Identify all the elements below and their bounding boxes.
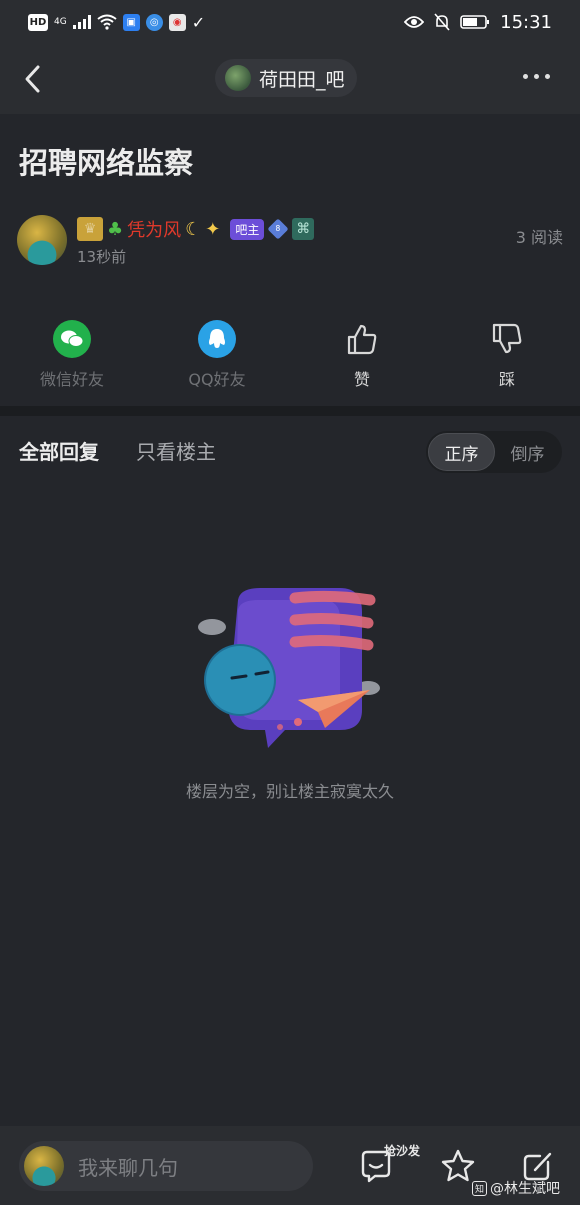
forum-avatar: [225, 65, 251, 91]
watermark: 知 @林生斌吧: [472, 1178, 560, 1198]
wechat-label: 微信好友: [39, 370, 104, 389]
read-count: 3 阅读: [515, 228, 563, 247]
dislike-label: 踩: [498, 370, 515, 389]
member-badge-icon: ⌘: [292, 218, 315, 240]
author-line: ♛ ♣ 凭为风 ☾ ✦ 吧主 8 ⌘: [77, 216, 315, 242]
tab-all-replies[interactable]: 全部回复: [19, 436, 99, 465]
qq-icon: [198, 320, 236, 358]
empty-state-illustration: [198, 588, 380, 748]
reply-input[interactable]: 我来聊几句: [19, 1141, 313, 1191]
post-time: 13秒前: [77, 248, 127, 266]
network-indicator: 4G: [54, 17, 67, 27]
reply-input-placeholder: 我来聊几句: [78, 1155, 178, 1180]
alipay-notification-icon: ✓: [191, 12, 206, 32]
forum-chip[interactable]: 荷田田_吧: [215, 59, 357, 97]
thumbs-up-icon: [343, 320, 381, 358]
share-wechat-button[interactable]: 微信好友: [12, 320, 132, 390]
author-avatar[interactable]: [17, 215, 67, 265]
tab-op-only[interactable]: 只看楼主: [136, 436, 216, 465]
like-label: 赞: [353, 370, 370, 389]
empty-state-message: 楼层为空，别让楼主寂寞太久: [185, 782, 394, 801]
signal-icon: [72, 15, 91, 29]
clock: 15:31: [500, 11, 552, 33]
sparkles-icon: ✦: [205, 218, 221, 240]
sort-ascending-button[interactable]: 正序: [428, 433, 495, 471]
battery-icon: [460, 15, 490, 29]
sort-order-toggle: 正序 倒序: [426, 431, 562, 473]
role-badge: 吧主: [230, 218, 265, 240]
dislike-button[interactable]: 踩: [447, 320, 567, 390]
share-qq-button[interactable]: QQ好友: [157, 320, 277, 390]
qq-label: QQ好友: [188, 370, 246, 389]
like-button[interactable]: 赞: [302, 320, 422, 390]
top-nav-bar: 荷田田_吧: [0, 44, 580, 114]
user-avatar: [24, 1146, 64, 1186]
weibo-notification-icon: ◉: [168, 13, 186, 31]
status-system: 15:31: [404, 12, 552, 33]
moon-icon: ☾: [185, 218, 202, 240]
wifi-icon: [97, 14, 117, 30]
clover-icon: ♣: [107, 218, 124, 240]
mute-bell-icon: [434, 13, 450, 31]
level-gem-icon: 8: [267, 218, 289, 240]
eye-icon: [404, 16, 425, 28]
comment-icon[interactable]: [358, 1148, 394, 1184]
level-number: 8: [276, 224, 281, 234]
forum-name: 荷田田_吧: [259, 68, 345, 91]
browser-notification-icon: ◎: [145, 13, 163, 31]
wechat-icon: [53, 320, 91, 358]
bottom-bar: 我来聊几句 抢沙发 知 @林生斌吧: [0, 1126, 580, 1205]
section-divider: [0, 406, 580, 416]
post-title: 招聘网络监察: [19, 146, 194, 180]
hd-indicator: HD: [28, 13, 48, 31]
author-row: ♛ ♣ 凭为风 ☾ ✦ 吧主 8 ⌘ 13秒前 3 阅读: [17, 212, 563, 268]
sort-descending-button[interactable]: 倒序: [495, 433, 560, 471]
back-arrow-icon[interactable]: [20, 64, 48, 94]
share-row: 微信好友 QQ好友 赞 踩: [0, 320, 580, 390]
crown-badge-icon: ♛: [77, 217, 103, 241]
status-indicators: HD 4G ▣ ◎ ◉ ✓: [28, 13, 205, 32]
more-options-icon[interactable]: [523, 74, 550, 79]
watermark-text: @林生斌吧: [490, 1181, 560, 1197]
author-name[interactable]: 凭为风: [127, 216, 181, 242]
status-bar: HD 4G ▣ ◎ ◉ ✓ 15:31: [0, 0, 580, 44]
app-notification-icon: ▣: [122, 13, 140, 31]
watermark-logo-icon: 知: [472, 1180, 487, 1196]
favorite-star-icon[interactable]: [440, 1148, 476, 1184]
reply-tabs: 全部回复 只看楼主 正序 倒序: [0, 416, 580, 478]
thumbs-down-icon: [488, 320, 526, 358]
